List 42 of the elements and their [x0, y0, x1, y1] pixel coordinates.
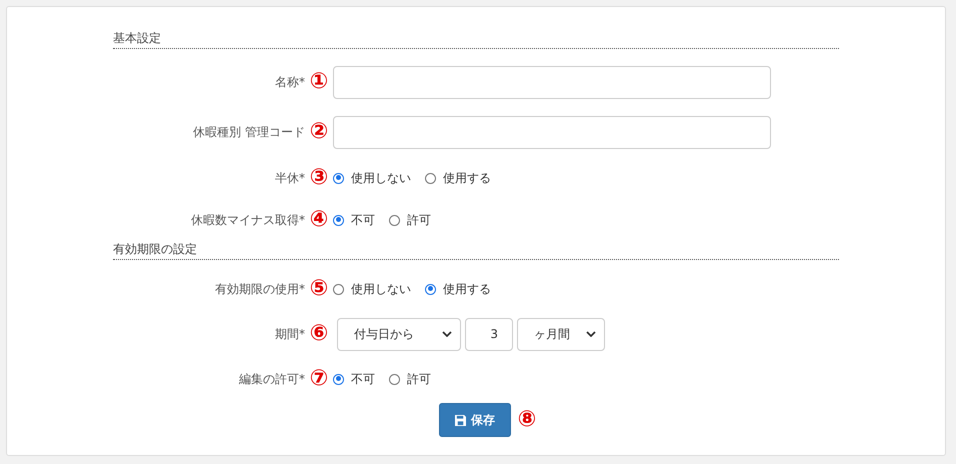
callout-number: ①	[308, 71, 330, 93]
callout-number: ⑦	[308, 368, 330, 390]
chevron-icon	[586, 331, 596, 337]
field-label: 編集の許可*	[238, 370, 305, 388]
input-field[interactable]	[333, 116, 771, 148]
unit-select[interactable]: ヶ月間	[517, 318, 605, 350]
field-label: 期間*	[274, 326, 305, 342]
callout-number: ⑥	[308, 323, 330, 345]
callout-number: ⑤	[308, 278, 330, 300]
save-button[interactable]: 保存	[439, 403, 511, 437]
field-label: 休暇数マイナス取得*	[190, 212, 305, 228]
radio-label: 許可	[407, 212, 431, 228]
field-label: 休暇種別 管理コード	[192, 124, 305, 140]
section-heading: 基本設定	[113, 30, 839, 49]
radio-label: 不可	[351, 212, 375, 228]
input-field[interactable]	[333, 66, 771, 98]
radio-button[interactable]	[333, 172, 344, 184]
radio-button[interactable]	[333, 284, 344, 294]
base-select[interactable]: 付与日から	[337, 318, 461, 350]
number-field[interactable]: 3	[465, 318, 513, 350]
callout-number: ②	[308, 121, 330, 143]
chevron-icon	[442, 331, 452, 337]
radio-label: 使用する	[443, 170, 491, 186]
field-label: 有効期限の使用*	[214, 280, 305, 298]
section-heading: 有効期限の設定	[113, 241, 839, 260]
floppy-icon	[455, 414, 466, 426]
field-label: 半休*	[274, 170, 305, 186]
radio-label: 不可	[351, 370, 375, 388]
callout-number: ⑧	[516, 409, 538, 431]
radio-label: 使用する	[443, 280, 491, 298]
field-label: 名称*	[274, 74, 305, 90]
radio-button[interactable]	[389, 214, 400, 226]
radio-button[interactable]	[333, 214, 344, 226]
radio-label: 許可	[407, 370, 431, 388]
callout-number: ④	[308, 209, 330, 231]
radio-label: 使用しない	[351, 170, 411, 186]
radio-label: 使用しない	[351, 280, 411, 298]
radio-button[interactable]	[389, 374, 400, 384]
radio-button[interactable]	[425, 284, 436, 294]
callout-number: ③	[308, 167, 330, 189]
radio-button[interactable]	[333, 374, 344, 384]
radio-button[interactable]	[425, 172, 436, 184]
